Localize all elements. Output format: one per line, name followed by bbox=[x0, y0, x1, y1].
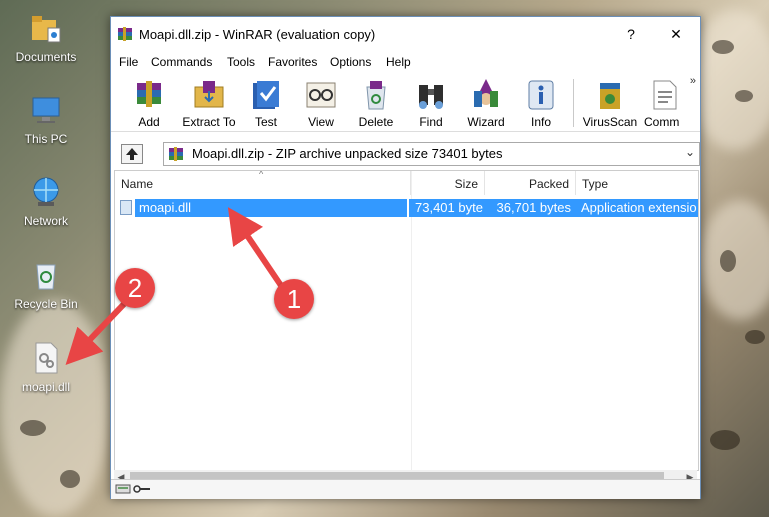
zip-archive-icon bbox=[168, 146, 184, 162]
archive-path-field[interactable]: Moapi.dll.zip - ZIP archive unpacked siz… bbox=[163, 142, 700, 166]
file-name-cell: moapi.dll bbox=[139, 200, 192, 215]
add-archive-icon bbox=[131, 77, 167, 113]
desktop-icon-documents[interactable]: Documents bbox=[6, 10, 86, 64]
menu-options[interactable]: Options bbox=[330, 55, 371, 69]
delete-button[interactable]: Delete bbox=[349, 73, 403, 129]
annotation-badge-1: 1 bbox=[274, 279, 314, 319]
test-button[interactable]: Test bbox=[239, 73, 293, 129]
up-arrow-icon bbox=[126, 148, 138, 160]
view-button[interactable]: View bbox=[294, 73, 348, 129]
address-bar: Moapi.dll.zip - ZIP archive unpacked siz… bbox=[111, 140, 700, 168]
drive-key-icon bbox=[115, 484, 150, 494]
column-header-packed[interactable]: Packed bbox=[485, 171, 576, 195]
column-header-name[interactable]: Name bbox=[115, 171, 411, 195]
winrar-window: Moapi.dll.zip - WinRAR (evaluation copy)… bbox=[110, 16, 701, 499]
toolbar-overflow-button[interactable]: » bbox=[690, 75, 696, 87]
dll-file-icon bbox=[120, 200, 132, 215]
recycle-bin-icon bbox=[28, 257, 64, 293]
wizard-icon bbox=[468, 77, 504, 113]
status-bar bbox=[111, 479, 700, 499]
winrar-app-icon bbox=[117, 26, 133, 42]
network-globe-icon bbox=[28, 174, 64, 210]
column-header-size[interactable]: Size bbox=[411, 171, 485, 195]
desktop-icon-recycle-bin[interactable]: Recycle Bin bbox=[6, 257, 86, 311]
toolbar-separator bbox=[573, 79, 574, 127]
desktop-icon-moapi-dll[interactable]: moapi.dll bbox=[6, 340, 86, 394]
archive-path-text: Moapi.dll.zip - ZIP archive unpacked siz… bbox=[192, 146, 503, 161]
desktop-icon-network[interactable]: Network bbox=[6, 174, 86, 228]
close-button[interactable]: ✕ bbox=[659, 23, 693, 45]
add-button[interactable]: Add bbox=[122, 73, 176, 129]
window-title: Moapi.dll.zip - WinRAR (evaluation copy) bbox=[139, 27, 376, 42]
menu-commands[interactable]: Commands bbox=[151, 55, 212, 69]
folder-documents-icon bbox=[28, 10, 64, 46]
title-bar[interactable]: Moapi.dll.zip - WinRAR (evaluation copy)… bbox=[111, 17, 700, 51]
delete-recycle-icon bbox=[358, 77, 394, 113]
comment-button[interactable]: Comm bbox=[642, 73, 686, 129]
toolbar: Add Extract To Test View Delete Find Wiz… bbox=[111, 73, 700, 132]
help-button[interactable]: ? bbox=[614, 23, 648, 45]
menu-file[interactable]: File bbox=[119, 55, 138, 69]
virusscan-button[interactable]: VirusScan bbox=[580, 73, 640, 129]
up-folder-button[interactable] bbox=[121, 144, 143, 164]
table-row[interactable]: moapi.dll 73,401 byte 36,701 bytes Appli… bbox=[115, 199, 698, 217]
annotation-badge-2: 2 bbox=[115, 268, 155, 308]
menu-favorites[interactable]: Favorites bbox=[268, 55, 317, 69]
info-button[interactable]: Info bbox=[514, 73, 568, 129]
dll-file-icon bbox=[28, 340, 64, 376]
wizard-button[interactable]: Wizard bbox=[459, 73, 513, 129]
file-packed-cell: 36,701 bytes bbox=[496, 200, 571, 215]
computer-icon bbox=[28, 92, 64, 128]
desktop-icon-this-pc[interactable]: This PC bbox=[6, 92, 86, 146]
menu-help[interactable]: Help bbox=[386, 55, 411, 69]
test-check-icon bbox=[248, 77, 284, 113]
extract-to-button[interactable]: Extract To bbox=[181, 73, 237, 129]
view-glasses-icon bbox=[303, 77, 339, 113]
chevron-down-icon[interactable]: ⌄ bbox=[685, 145, 695, 159]
virus-scan-icon bbox=[592, 77, 628, 113]
file-list: ^ Name Size Packed Type moapi.dll 73,401… bbox=[114, 170, 699, 471]
column-header-type[interactable]: Type bbox=[576, 171, 698, 195]
file-type-cell: Application extensio bbox=[581, 200, 697, 215]
comment-icon bbox=[646, 77, 682, 113]
extract-folder-icon bbox=[191, 77, 227, 113]
file-size-cell: 73,401 byte bbox=[415, 200, 483, 215]
find-button[interactable]: Find bbox=[404, 73, 458, 129]
find-binoculars-icon bbox=[413, 77, 449, 113]
info-icon bbox=[523, 77, 559, 113]
menu-bar: File Commands Tools Favorites Options He… bbox=[111, 51, 700, 73]
menu-tools[interactable]: Tools bbox=[227, 55, 255, 69]
